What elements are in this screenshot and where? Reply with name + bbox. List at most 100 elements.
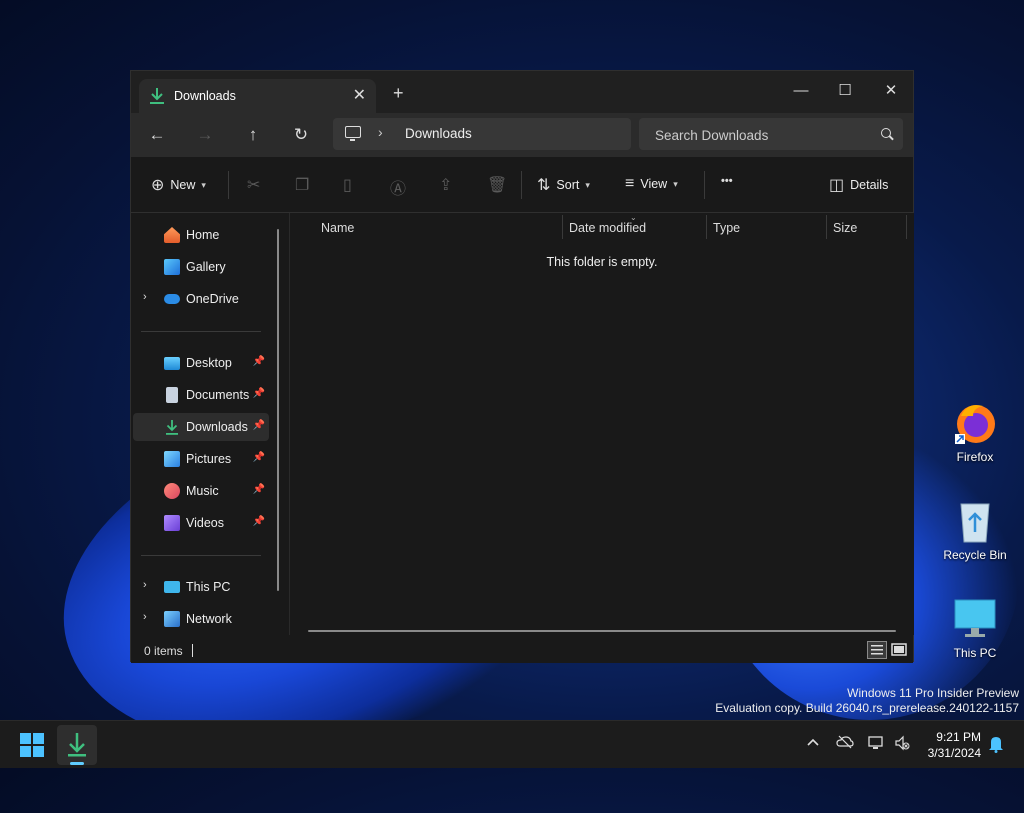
up-button[interactable]: ↑ (239, 123, 267, 147)
minimize-button[interactable]: — (779, 77, 823, 105)
tiles-view-icon (891, 643, 907, 656)
chevron-right-icon[interactable]: › (143, 579, 147, 591)
pin-icon[interactable]: 📌 (253, 356, 265, 367)
desktop-icon-this-pc[interactable]: This PC (940, 596, 1010, 660)
tab-downloads[interactable]: Downloads ✕ (139, 79, 376, 113)
sidebar-item-music[interactable]: Music 📌 (133, 477, 269, 505)
tiles-view-button[interactable] (889, 641, 909, 659)
column-header-type[interactable]: Type (713, 221, 740, 235)
plus-circle-icon: ⊕ (151, 177, 165, 194)
title-bar: Downloads ✕ + — ☐ ✕ (131, 71, 913, 113)
column-divider[interactable] (906, 215, 907, 239)
chevron-down-icon: ▾ (585, 179, 590, 190)
onedrive-icon (164, 294, 180, 304)
sort-label: Sort (556, 178, 580, 192)
sidebar-item-videos[interactable]: Videos 📌 (133, 509, 269, 537)
toolbar-divider (228, 171, 229, 199)
view-button[interactable]: ≡ View ▾ (625, 175, 678, 193)
monitor-icon (953, 596, 997, 640)
clock-date: 3/31/2024 (927, 746, 981, 760)
forward-button[interactable]: → (191, 123, 219, 147)
chevron-right-icon[interactable]: › (378, 124, 383, 140)
sidebar-item-downloads[interactable]: Downloads 📌 (133, 413, 269, 441)
rename-button[interactable]: Ⓐ (390, 175, 406, 199)
more-options-button[interactable]: ••• (721, 175, 733, 187)
refresh-button[interactable]: ↻ (287, 123, 315, 147)
sidebar-item-onedrive[interactable]: › OneDrive (133, 285, 269, 313)
item-count: 0 items (144, 644, 183, 658)
toolbar-divider (704, 171, 705, 199)
pin-icon[interactable]: 📌 (253, 516, 265, 527)
details-label: Details (850, 178, 889, 192)
cloud-offline-icon[interactable] (836, 735, 854, 752)
paste-button[interactable]: ▯ (343, 175, 352, 195)
show-hidden-icons-button[interactable] (806, 735, 820, 751)
chevron-up-icon (807, 738, 819, 746)
column-divider[interactable] (562, 215, 563, 239)
column-header-size[interactable]: Size (833, 221, 857, 235)
column-header-date-modified[interactable]: Date modified (569, 221, 646, 235)
chevron-right-icon[interactable]: › (143, 291, 147, 303)
column-divider[interactable] (826, 215, 827, 239)
details-view-button[interactable] (867, 641, 887, 659)
address-bar[interactable]: › Downloads (333, 118, 631, 150)
recycle-bin-icon (953, 498, 997, 543)
status-divider (192, 644, 193, 657)
breadcrumb-downloads[interactable]: Downloads (405, 126, 472, 141)
copy-icon: ❐ (295, 177, 310, 194)
close-window-button[interactable]: ✕ (869, 77, 913, 105)
maximize-button[interactable]: ☐ (823, 77, 867, 105)
notification-bell-icon[interactable] (988, 735, 1004, 756)
this-pc-icon[interactable] (345, 126, 361, 141)
details-button[interactable]: ◫ Details (829, 175, 888, 195)
desktop-icon-label: Recycle Bin (943, 548, 1007, 562)
sidebar-item-home[interactable]: Home (133, 221, 269, 249)
cut-button[interactable]: ✂ (247, 175, 260, 195)
download-icon (150, 88, 164, 104)
back-button[interactable]: ← (143, 123, 171, 147)
share-button[interactable]: ⇪ (439, 175, 452, 195)
sidebar-item-gallery[interactable]: Gallery (133, 253, 269, 281)
view-list-icon: ≡ (625, 175, 635, 192)
sidebar-item-this-pc[interactable]: › This PC (133, 573, 269, 601)
delete-button[interactable]: 🗑 (487, 175, 507, 195)
file-explorer-window: Downloads ✕ + — ☐ ✕ ← → ↑ ↻ › Downloads … (130, 70, 914, 663)
column-divider[interactable] (706, 215, 707, 239)
new-button[interactable]: ⊕ New ▾ (151, 175, 206, 195)
sidebar-item-documents[interactable]: Documents 📌 (133, 381, 269, 409)
desktop-icon-firefox[interactable]: Firefox (940, 400, 1010, 464)
copy-button[interactable]: ❐ (295, 175, 309, 195)
rename-icon: Ⓐ (390, 181, 407, 198)
sidebar-item-desktop[interactable]: Desktop 📌 (133, 349, 269, 377)
more-icon: ••• (721, 175, 733, 187)
sidebar-item-label: OneDrive (186, 292, 239, 306)
sort-button[interactable]: ⇅ Sort ▾ (537, 175, 590, 195)
sidebar-item-pictures[interactable]: Pictures 📌 (133, 445, 269, 473)
tab-close-button[interactable]: ✕ (353, 85, 366, 105)
search-input[interactable] (653, 125, 857, 145)
pin-icon[interactable]: 📌 (253, 388, 265, 399)
volume-muted-icon[interactable] (894, 735, 910, 754)
desktop-icon-label: This PC (953, 646, 997, 660)
horizontal-scrollbar[interactable] (308, 630, 896, 632)
empty-folder-message: This folder is empty. (546, 255, 658, 269)
desktop-icon-recycle-bin[interactable]: Recycle Bin (940, 498, 1010, 562)
pin-icon[interactable]: 📌 (253, 420, 265, 431)
system-clock[interactable]: 9:21 PM 3/31/2024 (928, 729, 981, 761)
chevron-right-icon[interactable]: › (143, 611, 147, 623)
search-box[interactable] (639, 118, 903, 150)
gallery-icon (164, 259, 180, 275)
firefox-icon (953, 400, 997, 444)
column-header-name[interactable]: Name (321, 221, 354, 235)
start-button[interactable] (12, 725, 52, 765)
pin-icon[interactable]: 📌 (253, 484, 265, 495)
sidebar-item-label: Music (186, 484, 219, 498)
sidebar-scrollbar[interactable] (277, 229, 279, 591)
new-tab-button[interactable]: + (393, 84, 404, 102)
network-status-icon[interactable] (867, 735, 885, 754)
sidebar-item-network[interactable]: › Network (133, 605, 269, 633)
pin-icon[interactable]: 📌 (253, 452, 265, 463)
taskbar-downloads-app[interactable] (57, 725, 97, 765)
music-icon (164, 483, 180, 499)
windows-logo-icon (20, 733, 44, 757)
